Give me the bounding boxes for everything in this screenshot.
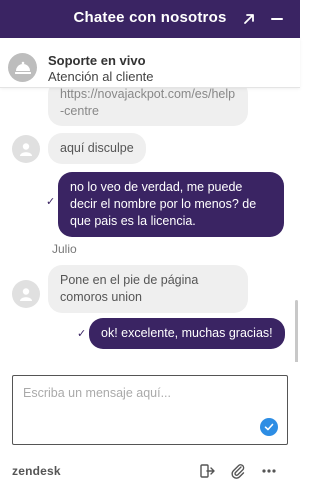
expand-arrow-icon[interactable]	[238, 8, 260, 30]
zendesk-logo[interactable]: zendesk	[12, 464, 61, 478]
chat-footer: zendesk	[0, 455, 300, 486]
delivered-check-icon: ✓	[46, 196, 56, 208]
agent-subtitle: Atención al cliente	[48, 69, 154, 84]
message-list[interactable]: https://novajackpot.com/es/help-centre a…	[0, 88, 300, 362]
message-input[interactable]	[23, 386, 253, 426]
visitor-message: https://novajackpot.com/es/help-centre	[48, 88, 248, 126]
visitor-avatar	[12, 135, 40, 163]
more-options-icon[interactable]	[260, 462, 278, 480]
end-chat-icon[interactable]	[198, 462, 216, 480]
message-composer	[12, 375, 288, 445]
message-text: Pone en el pie de página comoros union	[60, 273, 199, 304]
concierge-bell-icon	[8, 53, 37, 82]
message-text: no lo veo de verdad, me puede decir el n…	[70, 180, 257, 228]
visitor-avatar	[12, 280, 40, 308]
visitor-message: aquí disculpe	[48, 133, 146, 164]
message-text: ok! excelente, muchas gracias!	[101, 326, 273, 340]
scrollbar[interactable]	[295, 300, 298, 362]
sender-name: Julio	[52, 242, 77, 256]
chat-header: Chatee con nosotros	[0, 0, 300, 38]
visitor-message: Pone en el pie de página comoros union	[48, 265, 248, 313]
minimize-icon[interactable]	[266, 8, 288, 30]
agent-message: no lo veo de verdad, me puede decir el n…	[58, 172, 284, 237]
message-text: aquí disculpe	[60, 141, 134, 155]
message-text: https://novajackpot.com/es/help-centre	[60, 88, 236, 118]
attachment-icon[interactable]	[229, 462, 247, 480]
agent-info-bar: Soporte en vivo Atención al cliente	[0, 38, 300, 88]
send-check-icon[interactable]	[260, 418, 278, 436]
delivered-check-icon: ✓	[77, 328, 87, 340]
agent-name: Soporte en vivo	[48, 53, 146, 68]
agent-message: ok! excelente, muchas gracias!	[89, 318, 285, 349]
